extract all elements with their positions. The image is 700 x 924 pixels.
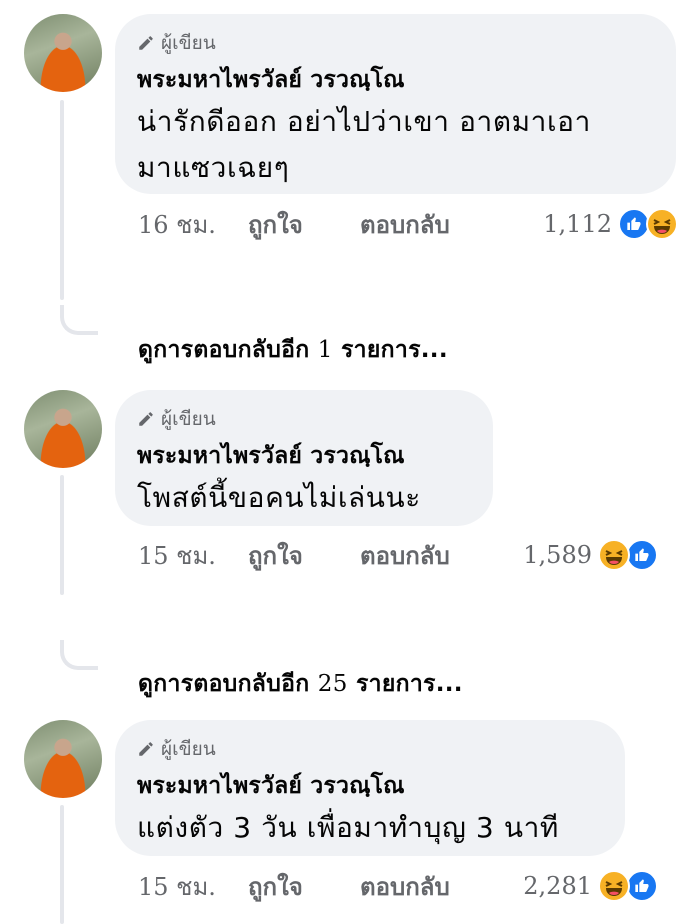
reaction-summary[interactable]: 1,589	[523, 535, 658, 575]
comment-text-line: แต่งตัว 3 วัน เพื่อมาทำบุญ 3 นาที	[137, 811, 559, 844]
like-button[interactable]: ถูกใจ	[248, 536, 360, 575]
reaction-summary[interactable]: 2,281	[523, 866, 658, 906]
comment-bubble[interactable]: ผู้เขียน พระมหาไพรวัลย์ วรวณฺโณ โพสต์นี้…	[115, 390, 493, 526]
reaction-count: 2,281	[523, 872, 592, 900]
like-button[interactable]: ถูกใจ	[248, 205, 360, 244]
commenter-name[interactable]: พระมหาไพรวัลย์ วรวณฺโณ	[137, 768, 601, 804]
timestamp[interactable]: 15 ชม.	[138, 867, 248, 906]
haha-icon	[598, 539, 630, 571]
reply-button[interactable]: ตอบกลับ	[360, 867, 500, 906]
author-badge-label: ผู้เขียน	[161, 32, 216, 54]
more-replies-prefix: ดูการตอบกลับอีก	[138, 671, 310, 697]
thread-line	[60, 805, 64, 924]
haha-icon	[646, 208, 678, 240]
haha-icon	[598, 870, 630, 902]
reply-button[interactable]: ตอบกลับ	[360, 536, 500, 575]
comment-actions: 15 ชม. ถูกใจ ตอบกลับ 2,281	[138, 866, 658, 906]
author-badge: ผู้เขียน	[137, 736, 601, 762]
avatar[interactable]	[24, 720, 102, 798]
more-replies-suffix: รายการ...	[341, 337, 448, 363]
commenter-name[interactable]: พระมหาไพรวัลย์ วรวณฺโณ	[137, 62, 652, 98]
more-replies-count: 1	[317, 337, 333, 363]
thread-connector	[60, 305, 98, 335]
timestamp[interactable]: 16 ชม.	[138, 205, 248, 244]
author-badge-label: ผู้เขียน	[161, 408, 216, 430]
more-replies-suffix: รายการ...	[355, 671, 463, 697]
more-replies-prefix: ดูการตอบกลับอีก	[138, 337, 310, 363]
like-icon	[626, 539, 658, 571]
comment-text-line: น่ารักดีออก อย่าไปว่าเขา อาตมาเอา	[137, 105, 591, 138]
thread-connector	[60, 640, 98, 670]
pencil-icon	[139, 412, 153, 426]
comment-bubble[interactable]: ผู้เขียน พระมหาไพรวัลย์ วรวณฺโณ แต่งตัว …	[115, 720, 625, 856]
comment-actions: 15 ชม. ถูกใจ ตอบกลับ 1,589	[138, 535, 658, 575]
reaction-summary[interactable]: 1,112	[543, 204, 678, 244]
avatar[interactable]	[24, 14, 102, 92]
like-button[interactable]: ถูกใจ	[248, 867, 360, 906]
view-more-replies-link[interactable]: ดูการตอบกลับอีก 1 รายการ...	[138, 332, 448, 368]
comment-bubble[interactable]: ผู้เขียน พระมหาไพรวัลย์ วรวณฺโณ น่ารักดี…	[115, 14, 676, 194]
view-more-replies-link[interactable]: ดูการตอบกลับอีก 25 รายการ...	[138, 666, 463, 702]
like-icon	[626, 870, 658, 902]
author-badge-label: ผู้เขียน	[161, 738, 216, 760]
commenter-name[interactable]: พระมหาไพรวัลย์ วรวณฺโณ	[137, 438, 469, 474]
more-replies-count: 25	[317, 671, 348, 697]
reaction-count: 1,112	[543, 210, 612, 238]
thread-line	[60, 100, 64, 300]
pencil-icon	[139, 742, 153, 756]
avatar[interactable]	[24, 390, 102, 468]
thread-line	[60, 475, 64, 595]
comment-actions: 16 ชม. ถูกใจ ตอบกลับ 1,112	[138, 204, 678, 244]
comment-text-line: มาแซวเฉยๆ	[137, 151, 290, 184]
pencil-icon	[139, 36, 153, 50]
timestamp[interactable]: 15 ชม.	[138, 536, 248, 575]
author-badge: ผู้เขียน	[137, 30, 652, 56]
reply-button[interactable]: ตอบกลับ	[360, 205, 500, 244]
reaction-count: 1,589	[523, 541, 592, 569]
author-badge: ผู้เขียน	[137, 406, 469, 432]
comment-text-line: โพสต์นี้ขอคนไม่เล่นนะ	[137, 481, 421, 514]
